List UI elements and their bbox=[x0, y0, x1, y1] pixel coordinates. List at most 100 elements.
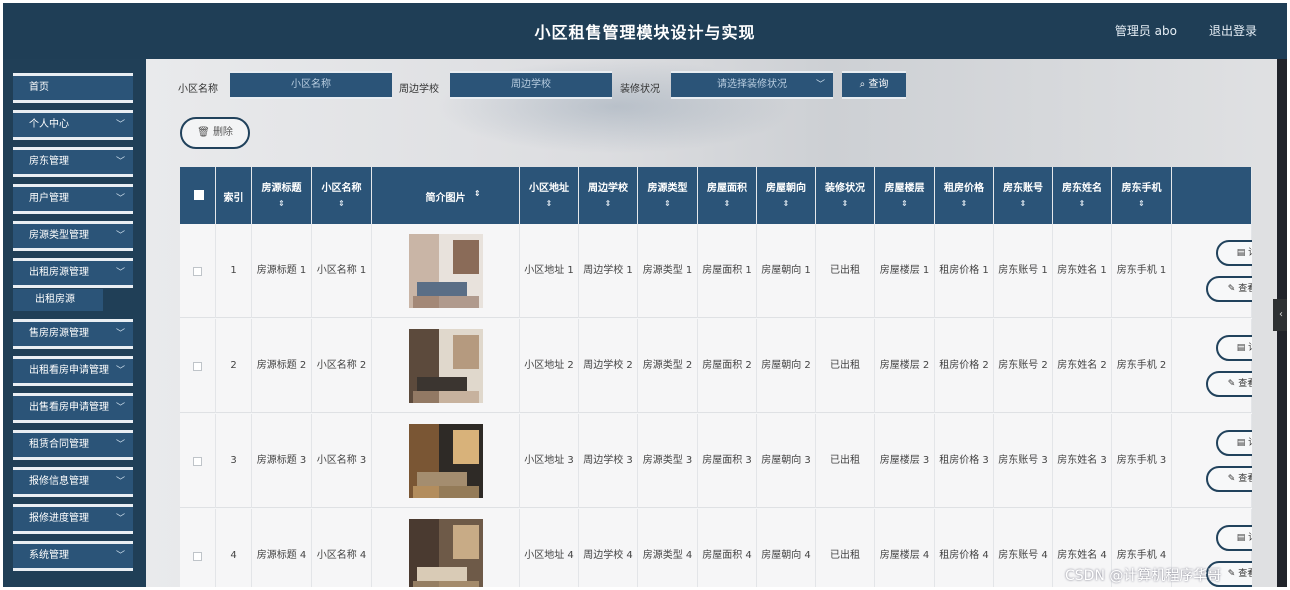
sort-icon[interactable]: ⇕ bbox=[520, 199, 578, 208]
table-cell: 房东手机 3 bbox=[1112, 414, 1172, 508]
sidebar-item[interactable]: 出租看房申请管理 ﹀ bbox=[13, 356, 133, 386]
table-cell: 房源标题 4 bbox=[252, 509, 312, 587]
row-checkbox-cell bbox=[180, 414, 216, 508]
sidebar-item[interactable]: 个人中心 ﹀ bbox=[13, 110, 133, 140]
column-header: 房东账号 ⇕ bbox=[994, 167, 1053, 224]
sidebar-item[interactable]: 报修进度管理 ﹀ bbox=[13, 504, 133, 534]
table-cell: 小区名称 2 bbox=[312, 319, 372, 413]
query-button[interactable]: ⌕ 查询 bbox=[842, 71, 906, 99]
sort-icon[interactable]: ⇕ bbox=[1053, 199, 1111, 208]
top-header: 小区租售管理模块设计与实现 管理员 abo 退出登录 bbox=[3, 3, 1287, 59]
table-cell: 房东姓名 1 bbox=[1053, 224, 1112, 318]
table-cell: 房屋面积 2 bbox=[698, 319, 757, 413]
room-thumbnail-image[interactable] bbox=[408, 424, 483, 498]
chevron-down-icon: ﹀ bbox=[115, 477, 125, 487]
table-cell: 房东手机 2 bbox=[1112, 319, 1172, 413]
row-checkbox[interactable] bbox=[193, 551, 202, 561]
table-cell: 房源标题 1 bbox=[252, 224, 312, 318]
sidebar-item[interactable]: 首页 bbox=[13, 73, 133, 103]
actions-header bbox=[1172, 167, 1252, 224]
decor-select[interactable]: 请选择装修状况 ﹀ bbox=[671, 71, 833, 99]
table-cell: 已出租 bbox=[816, 319, 875, 413]
table-cell: 租房价格 2 bbox=[935, 319, 994, 413]
sidebar-item[interactable]: 出租房源管理 ﹀ bbox=[13, 258, 133, 288]
room-thumbnail-image[interactable] bbox=[408, 329, 483, 403]
sort-icon[interactable]: ⇕ bbox=[312, 199, 371, 208]
sidebar-item[interactable]: 系统管理 ﹀ bbox=[13, 541, 133, 571]
table-cell: 房源类型 4 bbox=[638, 509, 698, 587]
column-header: 索引 bbox=[216, 167, 252, 224]
sidebar-subitem-rental-listings[interactable]: 出租房源 bbox=[13, 289, 103, 311]
table-cell: 小区名称 3 bbox=[312, 414, 372, 508]
sort-icon[interactable]: ⇕ bbox=[579, 199, 637, 208]
sidebar-item-label: 房源类型管理 bbox=[29, 230, 89, 241]
table-cell: 1 bbox=[216, 224, 252, 318]
detail-button[interactable]: ▤ 详 bbox=[1216, 430, 1252, 456]
sort-icon[interactable]: ⇕ bbox=[875, 199, 934, 208]
delete-button[interactable]: 🗑 删除 bbox=[180, 117, 250, 149]
column-header-label: 房屋面积 bbox=[707, 183, 747, 194]
table-cell: 房东姓名 2 bbox=[1053, 319, 1112, 413]
sort-icon[interactable]: ⇕ bbox=[935, 199, 993, 208]
column-header-label: 房东姓名 bbox=[1062, 183, 1102, 194]
table-row: 1 房源标题 1 小区名称 1 小区地址 1 周边学校 1 房源类型 1 房屋面积 1 房屋朝… bbox=[180, 224, 1252, 318]
sidebar-item[interactable]: 房源类型管理 ﹀ bbox=[13, 221, 133, 251]
sidebar-item[interactable]: 房东管理 ﹀ bbox=[13, 147, 133, 177]
sidebar-item[interactable]: 售房房源管理 ﹀ bbox=[13, 319, 133, 349]
sidebar-item[interactable]: 出售看房申请管理 ﹀ bbox=[13, 393, 133, 423]
room-thumbnail-image[interactable] bbox=[408, 519, 483, 587]
column-header: 小区地址 ⇕ bbox=[520, 167, 579, 224]
table-row: 3 房源标题 3 小区名称 3 小区地址 3 周边学校 3 房源类型 3 房屋面积 3 房屋朝… bbox=[180, 414, 1252, 508]
table-cell: 房屋楼层 1 bbox=[875, 224, 935, 318]
edit-icon: ✎ bbox=[1227, 379, 1239, 389]
column-header: 房屋面积 ⇕ bbox=[698, 167, 757, 224]
view-button-label: 查看 bbox=[1238, 284, 1252, 294]
thumbnail-cell bbox=[372, 509, 520, 587]
logout-link[interactable]: 退出登录 bbox=[1209, 22, 1257, 39]
view-button[interactable]: ✎ 查看 bbox=[1206, 466, 1252, 492]
community-search-input[interactable]: 小区名称 bbox=[230, 71, 392, 99]
table-cell: 房屋朝向 4 bbox=[757, 509, 816, 587]
chevron-down-icon: ﹀ bbox=[115, 120, 125, 130]
collapse-side-tab[interactable]: ‹ bbox=[1273, 299, 1287, 331]
thumbnail-cell bbox=[372, 319, 520, 413]
view-button[interactable]: ✎ 查看 bbox=[1206, 276, 1252, 302]
room-thumbnail-image[interactable] bbox=[408, 234, 483, 308]
detail-button[interactable]: ▤ 详 bbox=[1216, 525, 1252, 551]
select-all-checkbox-cell[interactable] bbox=[180, 167, 216, 224]
detail-button[interactable]: ▤ 详 bbox=[1216, 240, 1252, 266]
select-all-checkbox[interactable] bbox=[194, 190, 204, 200]
sort-icon[interactable]: ⇕ bbox=[638, 199, 697, 208]
column-header-label: 租房价格 bbox=[944, 183, 984, 194]
table-cell: 房源类型 1 bbox=[638, 224, 698, 318]
sort-icon[interactable]: ⇕ bbox=[994, 199, 1052, 208]
sidebar-item-label: 房东管理 bbox=[29, 156, 69, 167]
row-checkbox[interactable] bbox=[193, 361, 202, 371]
sort-icon[interactable]: ⇕ bbox=[252, 199, 311, 208]
sort-icon[interactable]: ⇕ bbox=[1112, 199, 1171, 208]
row-checkbox[interactable] bbox=[193, 456, 202, 466]
column-header-label: 房源标题 bbox=[261, 183, 302, 194]
sidebar-item-label: 出售看房申请管理 bbox=[29, 402, 109, 413]
school-search-input[interactable]: 周边学校 bbox=[450, 71, 612, 99]
table-cell: 房东账号 2 bbox=[994, 319, 1053, 413]
column-header: 房源类型 ⇕ bbox=[638, 167, 698, 224]
sidebar-item[interactable]: 用户管理 ﹀ bbox=[13, 184, 133, 214]
table-cell: 2 bbox=[216, 319, 252, 413]
sort-icon[interactable]: ⇕ bbox=[698, 199, 756, 208]
row-checkbox[interactable] bbox=[193, 266, 202, 276]
sort-icon[interactable]: ⇕ bbox=[816, 199, 874, 208]
detail-button[interactable]: ▤ 详 bbox=[1216, 335, 1252, 361]
sidebar: 首页 个人中心 ﹀ 房东管理 ﹀ 用户管理 ﹀ 房源类型管理 ﹀ 出租房源管理 ﹀ 售房房源管理 ﹀ 出租… bbox=[3, 59, 146, 587]
sidebar-item[interactable]: 租赁合同管理 ﹀ bbox=[13, 430, 133, 460]
detail-button-label: 详 bbox=[1248, 438, 1252, 448]
edit-icon: ✎ bbox=[1227, 474, 1239, 484]
view-button[interactable]: ✎ 查看 bbox=[1206, 371, 1252, 397]
sort-icon[interactable]: ⇕ bbox=[757, 199, 815, 208]
sidebar-item[interactable]: 报修信息管理 ﹀ bbox=[13, 467, 133, 497]
sort-icon[interactable]: ⇕ bbox=[474, 189, 481, 198]
column-header-label: 房东账号 bbox=[1003, 183, 1043, 194]
table-cell: 房屋朝向 1 bbox=[757, 224, 816, 318]
table-cell: 周边学校 2 bbox=[579, 319, 638, 413]
table-cell: 周边学校 1 bbox=[579, 224, 638, 318]
